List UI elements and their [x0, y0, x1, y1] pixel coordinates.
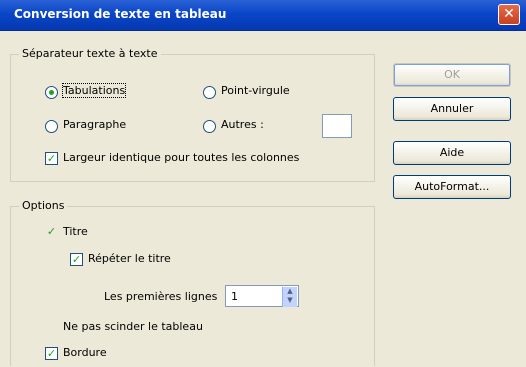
annuler-button[interactable]: Annuler	[393, 97, 511, 121]
label-paragraphe: Paragraphe	[63, 118, 127, 131]
premieres-lignes-value: 1	[231, 290, 238, 303]
label-repeter-titre: Répéter le titre	[88, 252, 171, 265]
checkbox-titre[interactable]: ✓	[45, 226, 58, 239]
separator-group-legend: Séparateur texte à texte	[19, 47, 161, 60]
radio-point-virgule[interactable]	[203, 86, 216, 99]
label-ne-pas-scinder: Ne pas scinder le tableau	[63, 320, 203, 333]
premieres-lignes-input[interactable]: 1 ▲ ▼	[225, 285, 299, 307]
label-bordure: Bordure	[63, 346, 107, 359]
ok-button[interactable]: OK	[393, 63, 511, 87]
autres-separator-input[interactable]	[322, 114, 352, 138]
autoformat-button[interactable]: AutoFormat...	[393, 175, 511, 199]
radio-paragraphe[interactable]	[45, 120, 58, 133]
checkbox-largeur-identique[interactable]: ✓	[45, 152, 58, 165]
aide-button[interactable]: Aide	[393, 141, 511, 165]
spin-buttons[interactable]: ▲ ▼	[282, 287, 297, 307]
close-icon: ✕	[503, 6, 515, 22]
window-title: Conversion de texte en tableau	[14, 7, 227, 21]
label-premieres-lignes: Les premières lignes	[104, 290, 218, 303]
label-largeur-identique: Largeur identique pour toutes les colonn…	[63, 151, 300, 164]
label-point-virgule: Point-virgule	[221, 84, 290, 97]
spin-up-icon: ▲	[287, 287, 293, 295]
radio-tabulations[interactable]	[45, 86, 58, 99]
title-bar: Conversion de texte en tableau ✕	[0, 0, 526, 31]
spin-down-icon: ▼	[287, 296, 293, 304]
label-titre: Titre	[63, 225, 88, 238]
close-button[interactable]: ✕	[498, 4, 520, 25]
checkbox-bordure[interactable]: ✓	[45, 347, 58, 360]
label-autres: Autres :	[221, 118, 264, 131]
checkbox-repeter-titre[interactable]: ✓	[70, 253, 83, 266]
label-tabulations: Tabulations	[61, 83, 127, 98]
radio-autres[interactable]	[203, 120, 216, 133]
options-group-legend: Options	[19, 199, 68, 212]
checkbox-ne-pas-scinder[interactable]	[45, 321, 58, 334]
